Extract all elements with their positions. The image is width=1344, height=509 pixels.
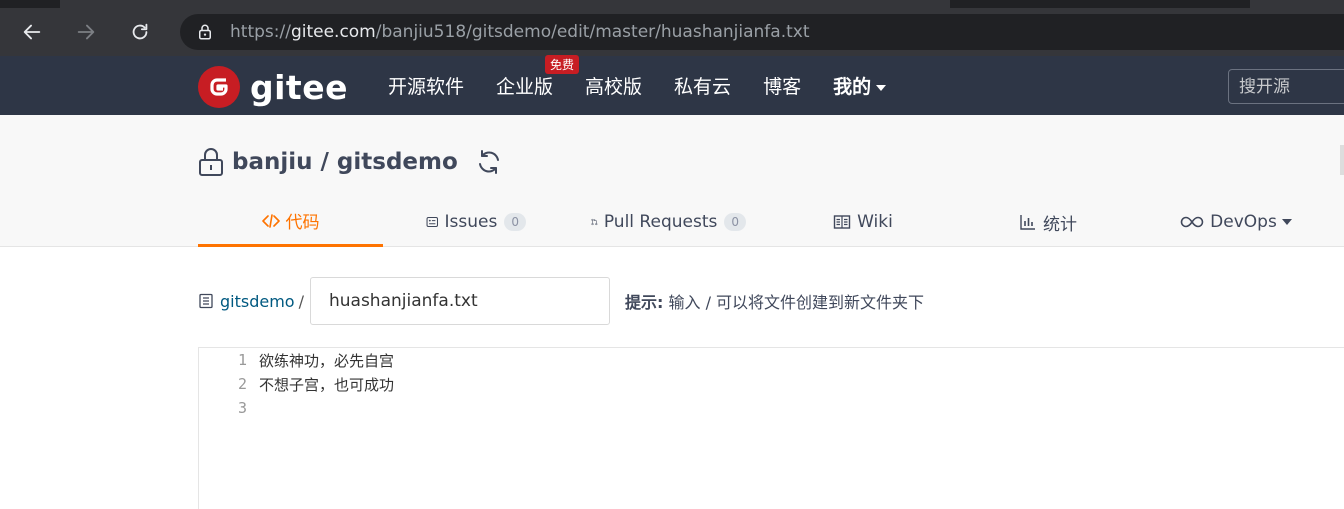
hint-label: 提示: bbox=[624, 293, 664, 312]
pull-request-icon bbox=[591, 218, 598, 226]
url-domain: gitee.com bbox=[290, 22, 376, 42]
gitee-logo-text: gitee bbox=[250, 67, 348, 107]
gitee-logo[interactable]: gitee bbox=[198, 66, 348, 108]
free-badge: 免费 bbox=[545, 55, 580, 74]
wiki-icon bbox=[833, 215, 851, 229]
forward-button[interactable] bbox=[68, 14, 104, 50]
nav-mine[interactable]: 我的 bbox=[833, 72, 887, 99]
code-editor[interactable]: 1 欲练神功，必先自宫 2 不想子宫，也可成功 3 bbox=[198, 347, 1344, 509]
caret-down-icon bbox=[1281, 219, 1292, 225]
path-hint: 提示: 输入 / 可以将文件创建到新文件夹下 bbox=[625, 289, 924, 313]
editor-line: 1 欲练神功，必先自宫 bbox=[199, 348, 394, 372]
infinity-icon bbox=[1180, 216, 1204, 228]
browser-toolbar: https://gitee.com/banjiu518/gitsdemo/edi… bbox=[0, 8, 1344, 56]
repo-tabs: 代码 Issues 0 Pull Requests 0 Wiki 统计 DevO… bbox=[198, 197, 1344, 247]
editor-line: 3 bbox=[199, 396, 259, 420]
pull-requests-count-badge: 0 bbox=[724, 213, 746, 231]
sync-icon[interactable] bbox=[474, 147, 504, 177]
repo-doc-icon bbox=[199, 293, 213, 309]
nav-private-cloud[interactable]: 私有云 bbox=[674, 72, 731, 99]
line-number: 3 bbox=[237, 399, 247, 417]
tab-stats-label: 统计 bbox=[1043, 214, 1077, 235]
chart-icon bbox=[1020, 215, 1035, 230]
line-content[interactable]: 欲练神功，必先自宫 bbox=[259, 350, 394, 371]
tab-stats[interactable]: 统计 bbox=[1013, 197, 1083, 247]
tab-code[interactable]: 代码 bbox=[198, 197, 383, 247]
tab-issues-label: Issues bbox=[444, 212, 498, 232]
filename-input[interactable] bbox=[309, 277, 610, 325]
reload-button[interactable] bbox=[122, 14, 158, 50]
tab-code-label: 代码 bbox=[285, 213, 320, 233]
caret-down-icon bbox=[876, 84, 887, 91]
tab-pull-requests-label: Pull Requests bbox=[603, 212, 718, 232]
tab-pull-requests[interactable]: Pull Requests 0 bbox=[591, 197, 746, 247]
url-prefix: https:// bbox=[230, 22, 291, 42]
gitee-logo-icon bbox=[198, 66, 240, 108]
repo-title[interactable]: banjiu / gitsdemo bbox=[232, 149, 458, 175]
issues-icon bbox=[426, 216, 439, 228]
arrow-left-icon bbox=[23, 24, 41, 40]
main-nav: 开源软件 企业版 免费 高校版 私有云 博客 我的 bbox=[388, 55, 918, 115]
back-button[interactable] bbox=[14, 14, 50, 50]
nav-mine-label: 我的 bbox=[833, 76, 872, 98]
line-number: 2 bbox=[237, 375, 247, 393]
search-input[interactable] bbox=[1228, 69, 1344, 104]
line-content[interactable]: 不想子宫，也可成功 bbox=[259, 374, 394, 395]
hint-text: 输入 / 可以将文件创建到新文件夹下 bbox=[663, 293, 925, 312]
lock-icon bbox=[199, 24, 211, 40]
breadcrumb-repo-link[interactable]: gitsdemo bbox=[220, 292, 295, 311]
nav-enterprise[interactable]: 企业版 免费 bbox=[496, 55, 580, 99]
tab-devops-label: DevOps bbox=[1210, 212, 1277, 232]
line-number: 1 bbox=[237, 351, 247, 369]
browser-tab-strip bbox=[0, 0, 1344, 8]
site-header: gitee 开源软件 企业版 免费 高校版 私有云 博客 我的 bbox=[0, 55, 1344, 115]
tab-issues[interactable]: Issues 0 bbox=[426, 197, 526, 247]
issues-count-badge: 0 bbox=[504, 213, 526, 231]
tab-wiki[interactable]: Wiki bbox=[828, 197, 898, 247]
nav-open-source[interactable]: 开源软件 bbox=[388, 72, 464, 99]
arrow-right-icon bbox=[77, 24, 95, 40]
browser-tab[interactable] bbox=[1250, 0, 1344, 8]
breadcrumb-separator: / bbox=[298, 291, 304, 311]
private-lock-icon bbox=[199, 148, 223, 176]
reload-icon bbox=[132, 23, 148, 40]
repo-header: banjiu / gitsdemo 代码 Issues 0 Pull Reque… bbox=[0, 115, 1344, 247]
address-bar[interactable]: https://gitee.com/banjiu518/gitsdemo/edi… bbox=[180, 14, 1344, 50]
nav-enterprise-label: 企业版 bbox=[496, 76, 554, 98]
url-path: /banjiu518/gitsdemo/edit/master/huashanj… bbox=[375, 22, 810, 42]
file-path-row: gitsdemo / 提示: 输入 / 可以将文件创建到新文件夹下 bbox=[198, 277, 924, 325]
scroll-edge bbox=[1340, 145, 1344, 175]
nav-blog[interactable]: 博客 bbox=[763, 72, 801, 99]
editor-line: 2 不想子宫，也可成功 bbox=[199, 372, 394, 396]
url-text: https://gitee.com/banjiu518/gitsdemo/edi… bbox=[230, 22, 810, 42]
nav-education[interactable]: 高校版 bbox=[585, 72, 642, 99]
code-icon bbox=[261, 213, 280, 228]
tab-devops[interactable]: DevOps bbox=[1180, 197, 1292, 247]
tab-wiki-label: Wiki bbox=[857, 212, 893, 232]
repo-title-row: banjiu / gitsdemo bbox=[198, 147, 504, 177]
browser-tab[interactable] bbox=[60, 0, 950, 8]
